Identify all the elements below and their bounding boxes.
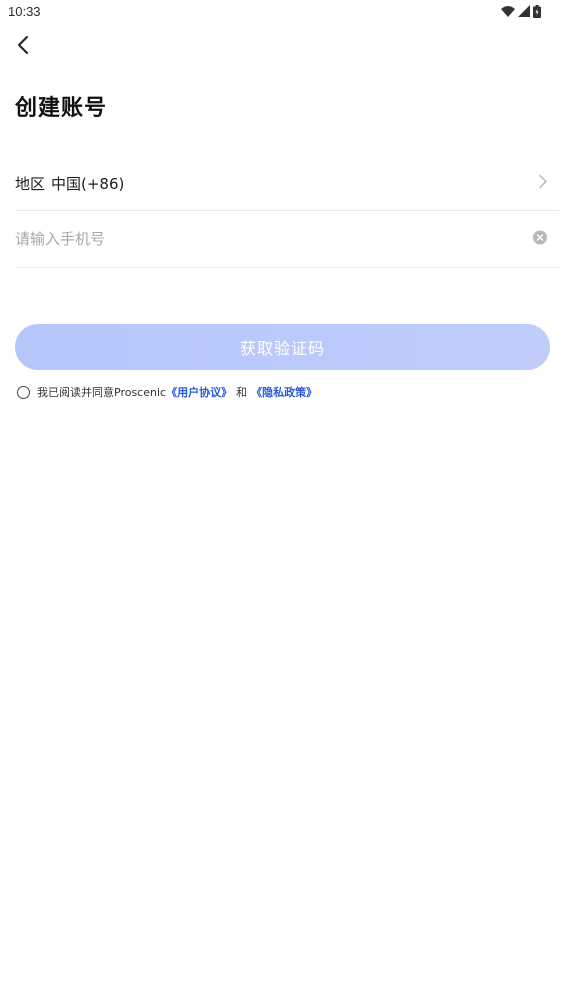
chevron-right-icon	[539, 174, 547, 193]
back-button[interactable]	[10, 33, 36, 61]
agreement: 我已阅读并同意Proscenic 《用户协议》 和 《隐私政策》	[17, 384, 317, 400]
privacy-policy-link[interactable]: 《隐私政策》	[251, 384, 317, 400]
wifi-icon	[501, 5, 515, 17]
chevron-left-icon	[16, 35, 30, 59]
phone-input[interactable]	[15, 230, 495, 248]
user-agreement-link[interactable]: 《用户协议》	[166, 384, 232, 400]
signal-icon	[518, 5, 530, 17]
status-time: 10:33	[8, 4, 41, 19]
battery-icon	[533, 4, 541, 18]
region-selector[interactable]: 地区 中国(+86)	[15, 156, 559, 211]
agreement-prefix: 我已阅读并同意Proscenic	[37, 386, 167, 399]
region-value: 中国(+86)	[51, 174, 125, 193]
status-icons	[501, 4, 541, 18]
get-code-button[interactable]: 获取验证码	[15, 324, 550, 370]
region-label: 地区	[15, 174, 46, 193]
page-title: 创建账号	[15, 96, 108, 121]
clear-icon[interactable]	[533, 230, 547, 249]
agreement-conjunction: 和	[236, 386, 248, 399]
agree-checkbox[interactable]	[17, 385, 30, 399]
status-bar: 10:33	[0, 0, 565, 24]
phone-field-row	[15, 211, 559, 268]
